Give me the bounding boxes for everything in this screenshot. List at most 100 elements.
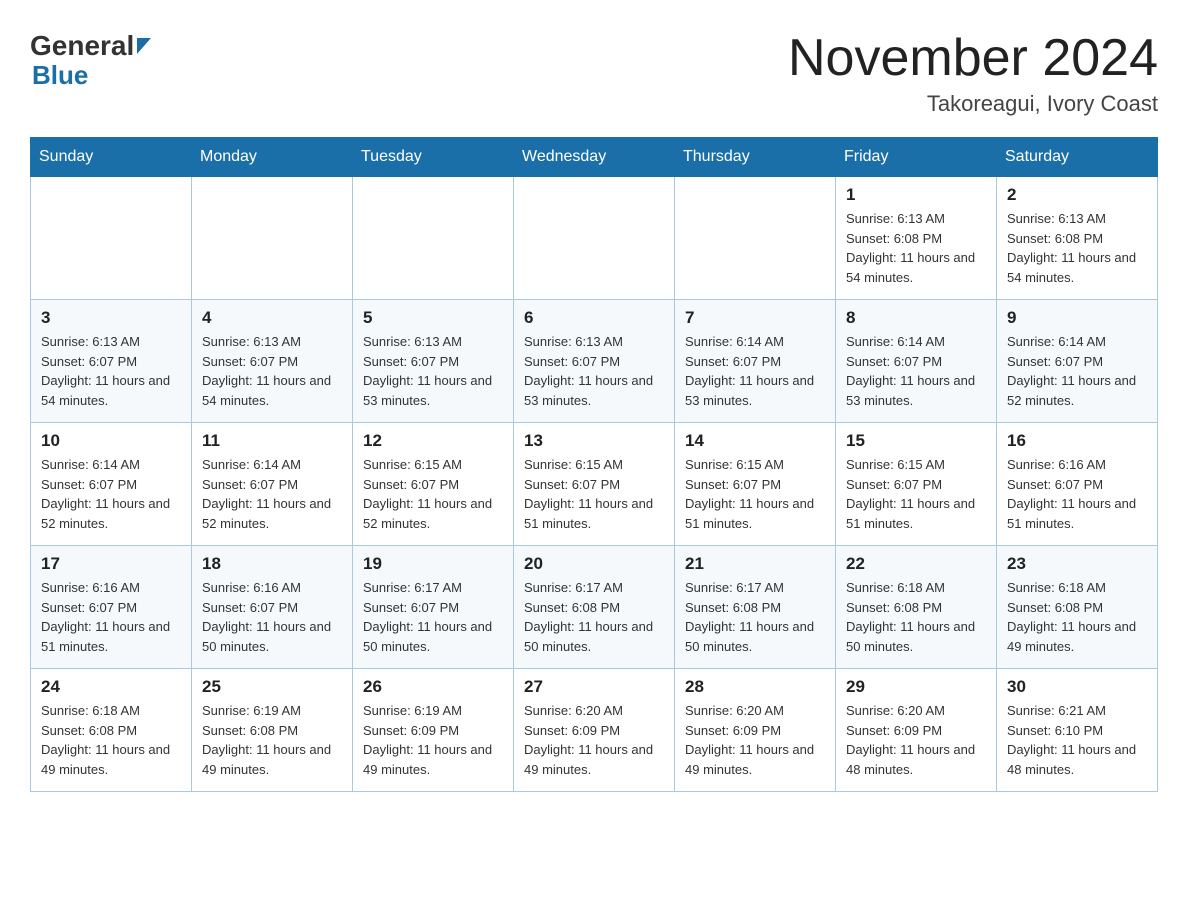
day-number: 10 [41,431,181,451]
day-number: 14 [685,431,825,451]
day-number: 6 [524,308,664,328]
day-number: 13 [524,431,664,451]
table-row: 17Sunrise: 6:16 AMSunset: 6:07 PMDayligh… [31,546,192,669]
day-number: 24 [41,677,181,697]
day-info: Sunrise: 6:17 AMSunset: 6:07 PMDaylight:… [363,578,503,656]
day-info: Sunrise: 6:13 AMSunset: 6:08 PMDaylight:… [1007,209,1147,287]
day-number: 9 [1007,308,1147,328]
table-row: 13 Sunrise: 6:15 AMSunset: 6:07 PMDayligh… [514,423,675,546]
day-info: Sunrise: 6:13 AMSunset: 6:07 PMDaylight:… [363,332,503,410]
table-row: 28 Sunrise: 6:20 AMSunset: 6:09 PMDayligh… [675,669,836,792]
header-wednesday: Wednesday [514,138,675,177]
day-number: 2 [1007,185,1147,205]
day-info: Sunrise: 6:20 AMSunset: 6:09 PMDaylight:… [846,701,986,779]
day-number: 18 [202,554,342,574]
header-friday: Friday [836,138,997,177]
day-info: Sunrise: 6:14 AMSunset: 6:07 PMDaylight:… [41,455,181,533]
table-row: 29 Sunrise: 6:20 AMSunset: 6:09 PMDayligh… [836,669,997,792]
table-row: 1 Sunrise: 6:13 AMSunset: 6:08 PMDaylight… [836,177,997,300]
month-year-title: November 2024 [788,30,1158,87]
day-info: Sunrise: 6:18 AMSunset: 6:08 PMDaylight:… [846,578,986,656]
table-row [675,177,836,300]
table-row: 9 Sunrise: 6:14 AMSunset: 6:07 PMDaylight… [997,300,1158,423]
day-info: Sunrise: 6:14 AMSunset: 6:07 PMDaylight:… [1007,332,1147,410]
day-info: Sunrise: 6:15 AMSunset: 6:07 PMDaylight:… [363,455,503,533]
table-row: 14 Sunrise: 6:15 AMSunset: 6:07 PMDayligh… [675,423,836,546]
calendar-week-4: 17 Sunrise: 6:16 AMSunset: 6:07 PMDayligh… [31,546,1158,669]
day-info: Sunrise: 6:14 AMSunset: 6:07 PMDaylight:… [846,332,986,410]
day-number: 29 [846,677,986,697]
table-row [514,177,675,300]
header-saturday: Saturday [997,138,1158,177]
day-number: 11 [202,431,342,451]
day-info: Sunrise: 6:20 AMSunset: 6:09 PMDaylight:… [524,701,664,779]
day-number: 3 [41,308,181,328]
table-row: 18 Sunrise: 6:16 AMSunset: 6:07 PMDayligh… [192,546,353,669]
day-info: Sunrise: 6:16 AMSunset: 6:07 PMDaylight:… [1007,455,1147,533]
table-row [353,177,514,300]
day-info: Sunrise: 6:18 AMSunset: 6:08 PMDaylight:… [41,701,181,779]
day-number: 30 [1007,677,1147,697]
day-info: Sunrise: 6:13 AMSunset: 6:07 PMDaylight:… [524,332,664,410]
day-number: 25 [202,677,342,697]
calendar-table: Sunday Monday Tuesday Wednesday Thursday… [30,137,1158,792]
table-row: 3 Sunrise: 6:13 AMSunset: 6:07 PMDaylight… [31,300,192,423]
header-tuesday: Tuesday [353,138,514,177]
logo: General Blue [30,30,151,88]
day-number: 23 [1007,554,1147,574]
day-number: 17 [41,554,181,574]
page-header: General Blue November 2024 Takoreagui, I… [30,30,1158,117]
day-info: Sunrise: 6:15 AMSunset: 6:07 PMDaylight:… [846,455,986,533]
table-row: 23 Sunrise: 6:18 AMSunset: 6:08 PMDayligh… [997,546,1158,669]
calendar-week-3: 10 Sunrise: 6:14 AMSunset: 6:07 PMDayligh… [31,423,1158,546]
table-row: 5Sunrise: 6:13 AMSunset: 6:07 PMDaylight… [353,300,514,423]
day-number: 27 [524,677,664,697]
day-number: 15 [846,431,986,451]
day-info: Sunrise: 6:17 AMSunset: 6:08 PMDaylight:… [685,578,825,656]
table-row: 25Sunrise: 6:19 AMSunset: 6:08 PMDayligh… [192,669,353,792]
day-number: 8 [846,308,986,328]
day-info: Sunrise: 6:13 AMSunset: 6:08 PMDaylight:… [846,209,986,287]
day-info: Sunrise: 6:19 AMSunset: 6:09 PMDaylight:… [363,701,503,779]
table-row: 11 Sunrise: 6:14 AMSunset: 6:07 PMDayligh… [192,423,353,546]
location-subtitle: Takoreagui, Ivory Coast [788,91,1158,117]
day-number: 1 [846,185,986,205]
table-row: 7Sunrise: 6:14 AMSunset: 6:07 PMDaylight… [675,300,836,423]
day-info: Sunrise: 6:17 AMSunset: 6:08 PMDaylight:… [524,578,664,656]
header-thursday: Thursday [675,138,836,177]
table-row: 12Sunrise: 6:15 AMSunset: 6:07 PMDayligh… [353,423,514,546]
logo-triangle-icon [137,38,151,54]
day-number: 16 [1007,431,1147,451]
day-info: Sunrise: 6:14 AMSunset: 6:07 PMDaylight:… [202,455,342,533]
day-number: 4 [202,308,342,328]
table-row: 4Sunrise: 6:13 AMSunset: 6:07 PMDaylight… [192,300,353,423]
day-number: 20 [524,554,664,574]
table-row [192,177,353,300]
header-monday: Monday [192,138,353,177]
day-number: 22 [846,554,986,574]
header-sunday: Sunday [31,138,192,177]
day-number: 21 [685,554,825,574]
table-row: 2 Sunrise: 6:13 AMSunset: 6:08 PMDaylight… [997,177,1158,300]
table-row: 21 Sunrise: 6:17 AMSunset: 6:08 PMDayligh… [675,546,836,669]
table-row [31,177,192,300]
logo-general-text: General [30,30,134,62]
day-info: Sunrise: 6:18 AMSunset: 6:08 PMDaylight:… [1007,578,1147,656]
day-info: Sunrise: 6:13 AMSunset: 6:07 PMDaylight:… [41,332,181,410]
table-row: 16 Sunrise: 6:16 AMSunset: 6:07 PMDayligh… [997,423,1158,546]
table-row: 15 Sunrise: 6:15 AMSunset: 6:07 PMDayligh… [836,423,997,546]
table-row: 22 Sunrise: 6:18 AMSunset: 6:08 PMDayligh… [836,546,997,669]
weekday-header-row: Sunday Monday Tuesday Wednesday Thursday… [31,138,1158,177]
day-number: 28 [685,677,825,697]
logo-blue-text: Blue [32,62,151,88]
day-number: 26 [363,677,503,697]
day-info: Sunrise: 6:16 AMSunset: 6:07 PMDaylight:… [202,578,342,656]
table-row: 10 Sunrise: 6:14 AMSunset: 6:07 PMDayligh… [31,423,192,546]
calendar-week-2: 3 Sunrise: 6:13 AMSunset: 6:07 PMDaylight… [31,300,1158,423]
day-info: Sunrise: 6:15 AMSunset: 6:07 PMDaylight:… [685,455,825,533]
day-info: Sunrise: 6:15 AMSunset: 6:07 PMDaylight:… [524,455,664,533]
day-number: 7 [685,308,825,328]
table-row: 26 Sunrise: 6:19 AMSunset: 6:09 PMDayligh… [353,669,514,792]
day-info: Sunrise: 6:20 AMSunset: 6:09 PMDaylight:… [685,701,825,779]
calendar-week-5: 24 Sunrise: 6:18 AMSunset: 6:08 PMDayligh… [31,669,1158,792]
